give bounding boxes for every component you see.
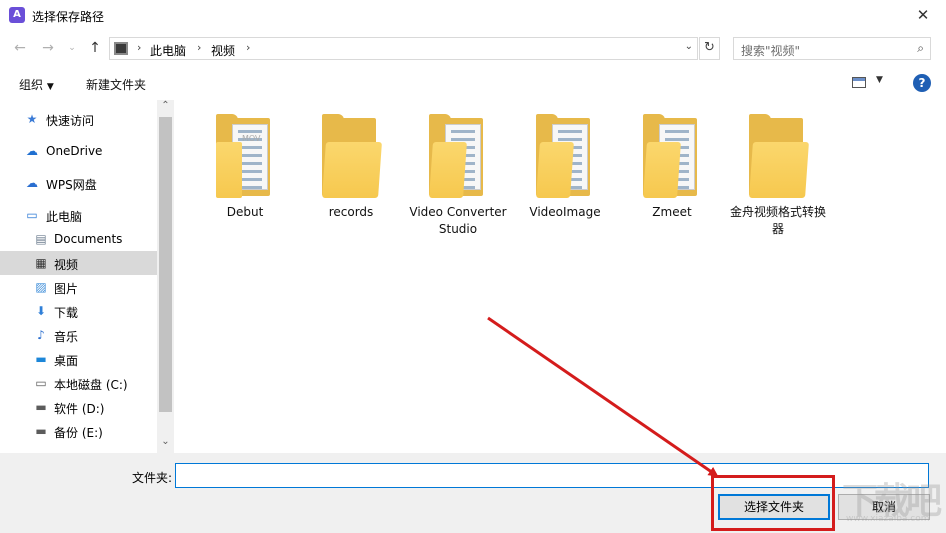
folder-item[interactable]: Video Converter Studio (409, 114, 507, 238)
folder-name: records (328, 205, 374, 219)
folder-item[interactable]: 金舟视频格式转换器 (729, 114, 827, 238)
sidebar-item-label: 此电脑 (46, 210, 83, 224)
forward-arrow-icon[interactable]: → (40, 40, 56, 56)
sidebar-item[interactable]: ▭ 本地磁盘 (C:) (0, 371, 157, 395)
folder-name: Zmeet (652, 205, 692, 219)
desktop-icon: ▬ (35, 352, 47, 366)
folder-item[interactable]: VideoImage (516, 114, 614, 221)
sidebar-item-label: 备份 (E:) (54, 426, 103, 440)
sidebar-item-label: 本地磁盘 (C:) (54, 378, 128, 392)
sidebar-item[interactable]: ▨ 图片 (0, 275, 157, 299)
document-icon: ▤ (35, 232, 47, 246)
sidebar-item[interactable]: ⬇ 下载 (0, 299, 157, 323)
search-placeholder: 搜索"视频" (741, 44, 801, 58)
sidebar-item-label: 下载 (54, 306, 79, 320)
navigation-pane: ★ 快速访问 ☁ OneDrive ☁ WPS网盘 ▭ 此电脑 ▤ Documents ▦ 视频 ▨ 图片… (0, 100, 174, 453)
star-icon: ★ (26, 112, 38, 126)
sidebar-item-label: WPS网盘 (46, 178, 97, 192)
drive-icon: ▭ (35, 376, 47, 390)
close-icon: ✕ (916, 6, 930, 24)
scroll-down-icon[interactable]: ⌄ (157, 436, 174, 447)
organize-label: 组织 (19, 78, 44, 92)
folder-icon (643, 114, 701, 198)
watermark-logo: 下载吧 www.xiazaiba.com (840, 470, 944, 530)
chevron-right-icon: › (197, 41, 202, 54)
file-list: MOV Debut records Video Converter Studio Vid… (174, 100, 946, 453)
picture-icon: ▨ (35, 280, 47, 294)
folder-name: Video Converter Studio (409, 205, 507, 236)
folder-item[interactable]: records (302, 114, 400, 221)
sidebar-item-label: 音乐 (54, 330, 79, 344)
download-icon: ⬇ (35, 304, 47, 318)
folder-icon (429, 114, 487, 198)
chevron-down-icon[interactable]: ▼ (876, 75, 883, 85)
command-bar: 组织 ▼ 新建文件夹 ▼ ? (0, 67, 946, 100)
chevron-right-icon: › (137, 41, 142, 54)
sidebar-item[interactable]: ★ 快速访问 (0, 107, 157, 131)
search-input[interactable]: 搜索"视频" ⌕ (733, 37, 931, 60)
cloud-icon: ☁ (26, 144, 38, 158)
up-arrow-icon[interactable]: ↑ (87, 40, 103, 56)
organize-button[interactable]: 组织 ▼ (19, 76, 54, 93)
sidebar-item[interactable]: ☁ WPS网盘 (0, 171, 157, 195)
back-arrow-icon[interactable]: ← (12, 40, 28, 56)
sidebar-scrollbar[interactable]: ⌃ ⌄ (157, 100, 174, 453)
highlight-box (711, 475, 835, 531)
title-bar: A 选择保存路径 ✕ (0, 0, 946, 31)
sidebar-item[interactable]: ▬ 备份 (E:) (0, 419, 157, 443)
breadcrumb-videos[interactable]: 视频 (211, 42, 235, 59)
folder-icon (322, 114, 382, 198)
drive-icon: ▬ (35, 400, 47, 414)
sidebar-item-label: OneDrive (46, 144, 103, 158)
sidebar-item-label: Documents (54, 232, 123, 246)
sidebar-item[interactable]: ▦ 视频 (0, 251, 157, 275)
folder-item[interactable]: MOV Debut (196, 114, 294, 221)
refresh-button[interactable]: ↻ (699, 37, 720, 60)
folder-icon (536, 114, 594, 198)
sidebar-item[interactable]: ▬ 桌面 (0, 347, 157, 371)
search-icon: ⌕ (917, 41, 924, 55)
folder-icon: MOV (216, 114, 274, 198)
scrollbar-thumb[interactable] (159, 117, 172, 412)
sidebar-item-label: 图片 (54, 282, 79, 296)
chevron-down-icon[interactable]: ⌄ (64, 40, 80, 56)
address-dropdown-icon[interactable]: ⌄ (685, 41, 693, 52)
sidebar-item[interactable]: ▬ 软件 (D:) (0, 395, 157, 419)
address-bar[interactable]: › 此电脑 › 视频 › ⌄ (109, 37, 698, 60)
close-button[interactable]: ✕ (900, 0, 946, 31)
sidebar-item[interactable]: ☁ OneDrive (0, 139, 157, 163)
folder-name: Debut (226, 205, 264, 219)
refresh-icon: ↻ (704, 40, 715, 55)
window-title: 选择保存路径 (32, 10, 105, 24)
folder-name: 金舟视频格式转换器 (729, 205, 826, 236)
help-icon[interactable]: ? (913, 74, 931, 92)
chevron-down-icon: ▼ (46, 82, 54, 92)
sidebar-item[interactable]: ▭ 此电脑 (0, 203, 157, 227)
folder-name: VideoImage (529, 205, 601, 219)
breadcrumb-this-pc[interactable]: 此电脑 (150, 42, 186, 59)
cloud-icon: ☁ (26, 176, 38, 190)
sidebar-item[interactable]: ♪ 音乐 (0, 323, 157, 347)
folder-item[interactable]: Zmeet (623, 114, 721, 221)
view-options-icon[interactable] (852, 77, 866, 88)
sidebar-item-label: 视频 (54, 258, 79, 272)
video-folder-icon (114, 42, 128, 55)
drive-icon: ▬ (35, 424, 47, 438)
music-icon: ♪ (37, 328, 45, 342)
watermark-subtext: www.xiazaiba.com (846, 514, 930, 524)
computer-icon: ▭ (26, 208, 38, 222)
sidebar-item-label: 快速访问 (46, 114, 95, 128)
app-logo-icon: A (9, 7, 25, 23)
new-folder-button[interactable]: 新建文件夹 (86, 76, 146, 93)
chevron-right-icon: › (246, 41, 251, 54)
scroll-up-icon[interactable]: ⌃ (157, 100, 174, 111)
folder-icon (749, 114, 809, 198)
folder-label: 文件夹: (132, 471, 173, 485)
sidebar-item-label: 桌面 (54, 354, 79, 368)
sidebar-item[interactable]: ▤ Documents (0, 227, 157, 251)
navigation-bar: ← → ⌄ ↑ › 此电脑 › 视频 › ⌄ ↻ 搜索"视频" ⌕ (0, 31, 946, 67)
video-icon: ▦ (35, 256, 47, 270)
sidebar-item-label: 软件 (D:) (54, 402, 105, 416)
